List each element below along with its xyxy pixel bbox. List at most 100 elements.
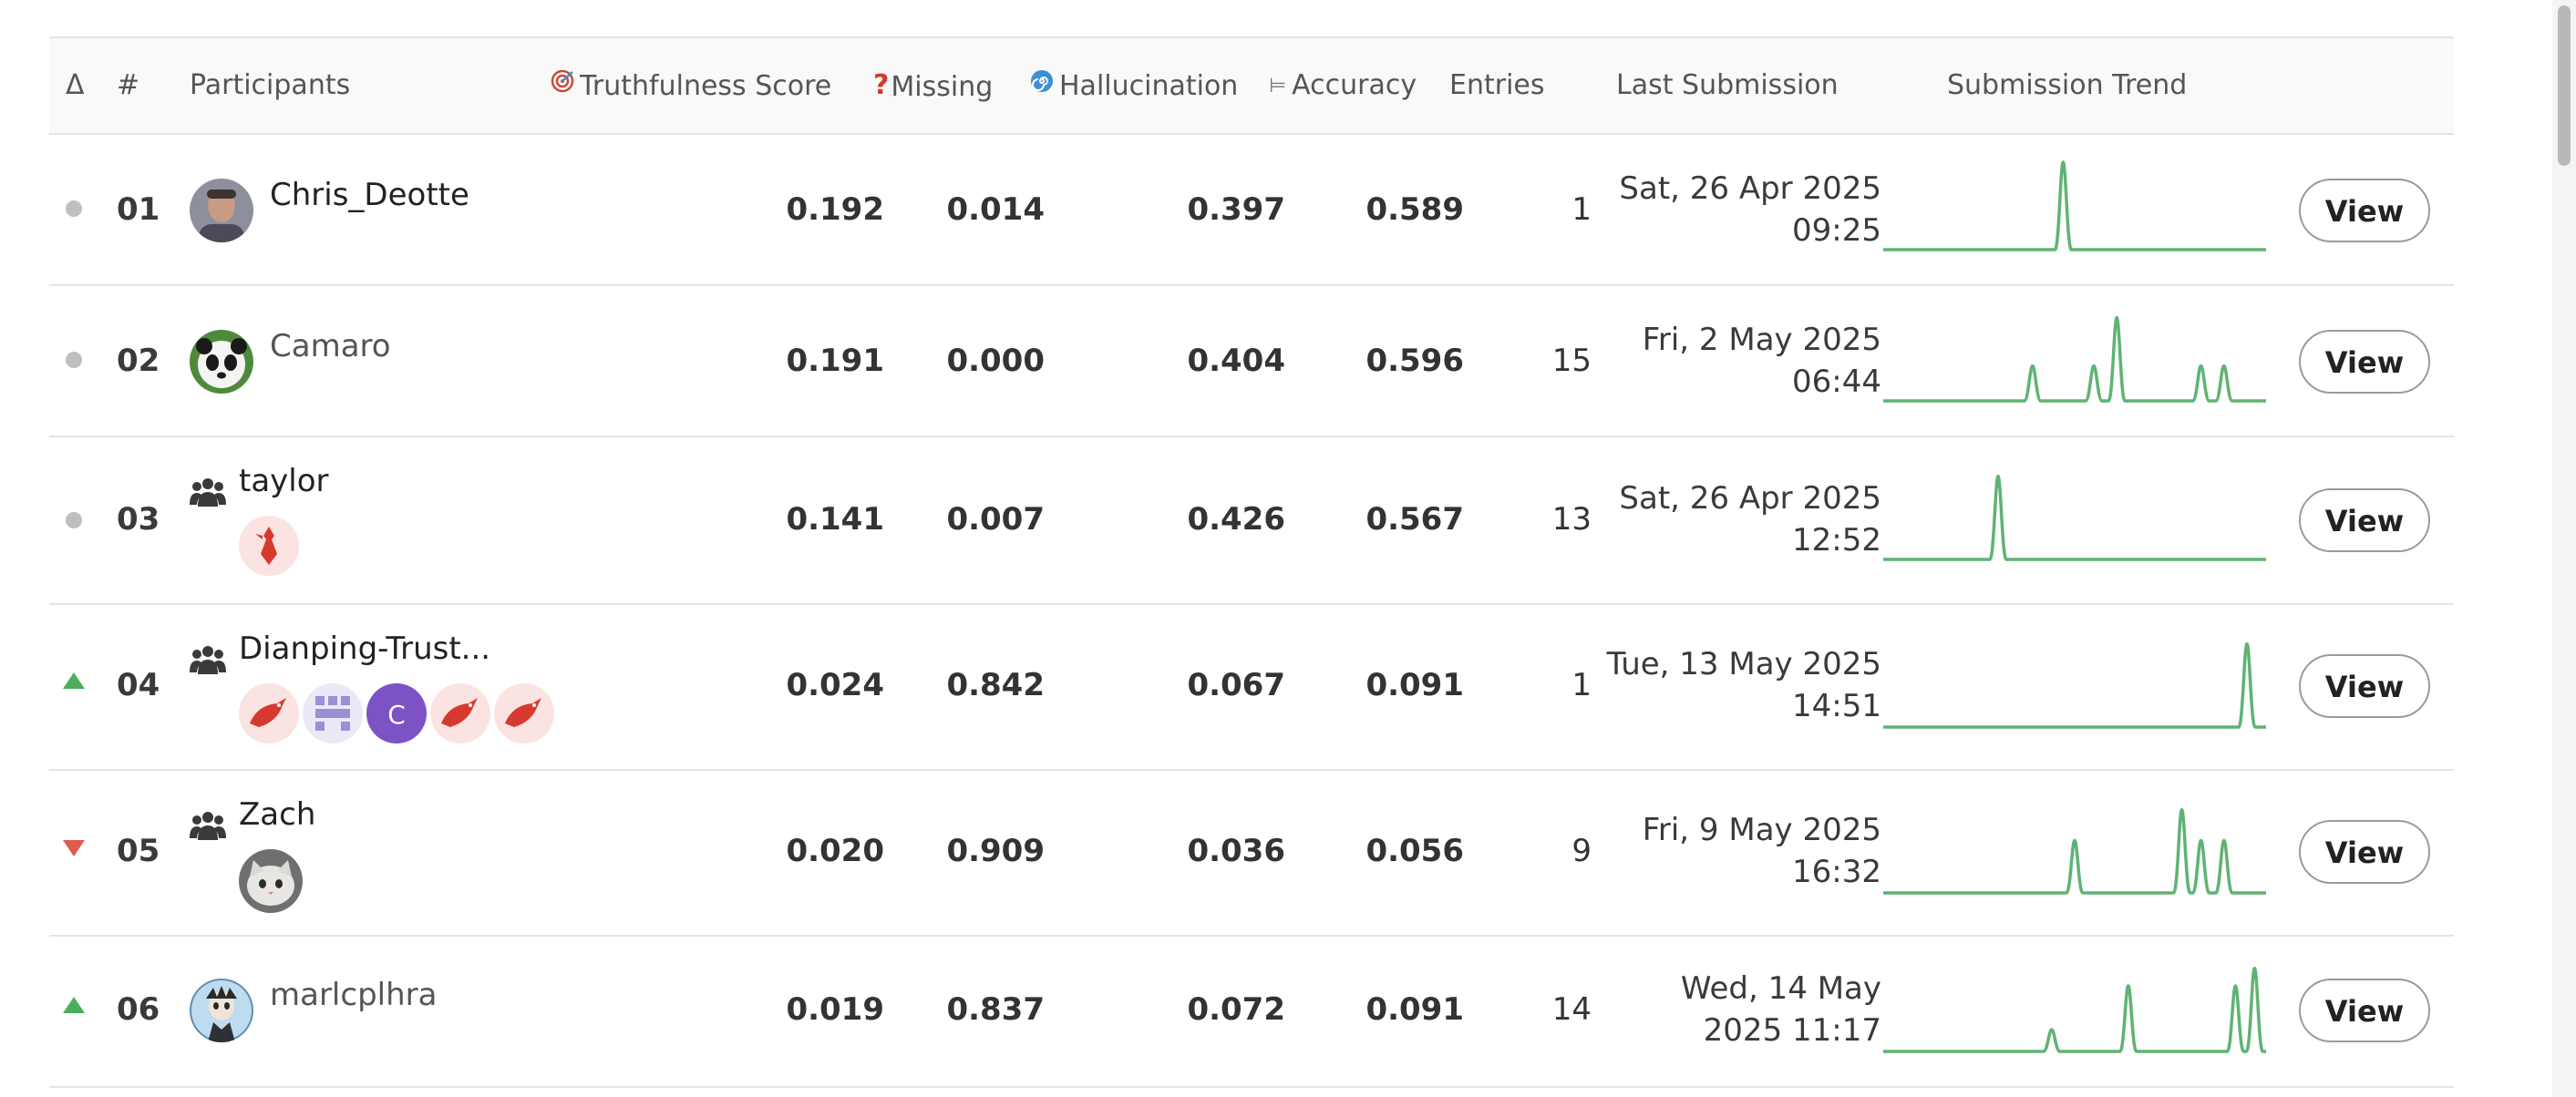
rank-number: 04 [117, 667, 160, 703]
header-submission-trend: Submission Trend [1947, 69, 2188, 101]
truthfulness-score: 0.019 [786, 991, 884, 1028]
question-mark-icon: ? [873, 69, 890, 101]
submission-time: 2025 11:17 [1703, 1012, 1881, 1049]
trend-line [1883, 642, 2266, 729]
leaderboard: Δ # Participants Truthfulness Score ?Mis… [49, 0, 2454, 1097]
last-submission: Sat, 26 Apr 2025 09:25 [1562, 168, 1881, 251]
header-participants[interactable]: Participants [190, 38, 350, 133]
view-button[interactable]: View [2299, 330, 2430, 394]
header-accuracy[interactable]: ⊨ Accuracy [1269, 38, 1417, 133]
trend-line [1883, 808, 2266, 895]
truthfulness-score: 0.024 [786, 667, 884, 703]
participant-name[interactable]: taylor [239, 463, 329, 499]
submission-date: Tue, 13 May 2025 [1606, 646, 1881, 682]
team-member-avatar[interactable] [239, 516, 299, 576]
view-button[interactable]: View [2299, 820, 2430, 884]
trend-line [1883, 160, 2266, 251]
participant-name[interactable]: Dianping-Trust... [239, 631, 490, 667]
accuracy-score: 0.091 [1365, 667, 1464, 703]
table-row: 04 Dianping-Trust... C 0.024 0.842 0.067… [49, 605, 2454, 771]
participant-name[interactable]: Chris_Deotte [270, 177, 469, 213]
last-submission: Tue, 13 May 2025 14:51 [1562, 643, 1881, 727]
accuracy-icon: ⊨ [1269, 75, 1287, 97]
table-header: Δ # Participants Truthfulness Score ?Mis… [49, 38, 2454, 135]
hallucination-score: 0.397 [1187, 191, 1285, 228]
team-member-avatar[interactable] [430, 683, 490, 743]
avatar[interactable] [190, 330, 253, 394]
table-row: 03 taylor 0.141 0.007 0.426 0.567 13 Sat… [49, 437, 2454, 605]
submission-trend-sparkline [1883, 316, 2266, 403]
missing-score: 0.000 [946, 343, 1045, 379]
rank-number: 03 [117, 501, 160, 538]
trend-line [1883, 967, 2266, 1053]
accuracy-score: 0.091 [1365, 991, 1464, 1028]
missing-score: 0.014 [946, 191, 1045, 228]
view-button[interactable]: View [2299, 979, 2430, 1042]
last-submission: Sat, 26 Apr 2025 12:52 [1562, 477, 1881, 561]
view-button[interactable]: View [2299, 654, 2430, 718]
trend-line [1883, 475, 2266, 561]
rank-change-indicator [66, 512, 88, 534]
submission-trend-sparkline [1883, 642, 2266, 729]
rank-change-indicator [66, 352, 88, 374]
avatar[interactable] [190, 179, 253, 242]
participant-name[interactable]: Zach [239, 796, 315, 833]
trend-line [1883, 316, 2266, 403]
header-hallucination[interactable]: Hallucination [1030, 38, 1238, 133]
team-member-avatar[interactable]: C [366, 683, 427, 743]
team-member-avatar[interactable] [494, 683, 554, 743]
table-row: 06 marlcplhra 0.019 0.837 0.072 0.091 14… [49, 937, 2454, 1088]
hallucination-score: 0.404 [1187, 343, 1285, 379]
view-button[interactable]: View [2299, 179, 2430, 242]
truthfulness-score: 0.141 [786, 501, 884, 538]
table-row: 02 Camaro 0.191 0.000 0.404 0.596 15 Fri… [49, 286, 2454, 437]
accuracy-score: 0.056 [1365, 833, 1464, 869]
missing-score: 0.909 [946, 833, 1045, 869]
team-member-avatar[interactable] [239, 683, 299, 743]
last-submission: Wed, 14 May 2025 11:17 [1562, 968, 1881, 1051]
submission-time: 12:52 [1792, 522, 1881, 559]
rank-change-indicator [63, 997, 88, 1019]
team-icon [190, 478, 226, 507]
truthfulness-score: 0.191 [786, 343, 884, 379]
header-rank: # [117, 69, 140, 101]
hallucination-score: 0.067 [1187, 667, 1285, 703]
header-entries[interactable]: Entries [1449, 38, 1545, 133]
submission-date: Fri, 2 May 2025 [1642, 322, 1881, 358]
top-divider [49, 0, 2454, 38]
header-missing[interactable]: ?Missing [873, 38, 993, 133]
accuracy-score: 0.589 [1365, 191, 1464, 228]
last-submission: Fri, 2 May 2025 06:44 [1562, 319, 1881, 403]
rank-change-indicator [66, 200, 88, 222]
submission-date: Sat, 26 Apr 2025 [1619, 170, 1881, 207]
participant-name[interactable]: marlcplhra [270, 977, 437, 1013]
submission-date: Wed, 14 May [1680, 970, 1881, 1007]
missing-score: 0.842 [946, 667, 1045, 703]
submission-time: 09:25 [1792, 212, 1881, 249]
submission-trend-sparkline [1883, 475, 2266, 561]
submission-time: 16:32 [1792, 854, 1881, 890]
header-truthfulness[interactable]: Truthfulness Score [551, 38, 831, 133]
last-submission: Fri, 9 May 2025 16:32 [1562, 809, 1881, 893]
view-button[interactable]: View [2299, 488, 2430, 552]
rank-number: 06 [117, 991, 160, 1028]
hallucination-score: 0.426 [1187, 501, 1285, 538]
header-last-submission[interactable]: Last Submission [1616, 38, 1839, 133]
scrollbar[interactable] [2552, 0, 2576, 1097]
team-member-avatar[interactable] [239, 849, 303, 913]
spiral-icon [1030, 38, 1054, 133]
team-icon [190, 812, 226, 840]
scrollbar-thumb[interactable] [2558, 5, 2571, 166]
submission-trend-sparkline [1883, 967, 2266, 1053]
participant-name[interactable]: Camaro [270, 328, 391, 364]
team-member-avatar[interactable] [303, 683, 363, 743]
accuracy-score: 0.596 [1365, 343, 1464, 379]
rank-change-indicator [63, 840, 88, 862]
rank-change-indicator [63, 672, 88, 694]
accuracy-score: 0.567 [1365, 501, 1464, 538]
header-delta: Δ [66, 69, 85, 101]
team-icon [190, 646, 226, 674]
header-truthfulness-label: Truthfulness Score [580, 70, 832, 102]
table-row: 05 Zach 0.020 0.909 0.036 0.056 9 Fri, 9… [49, 771, 2454, 937]
avatar[interactable] [190, 979, 253, 1042]
